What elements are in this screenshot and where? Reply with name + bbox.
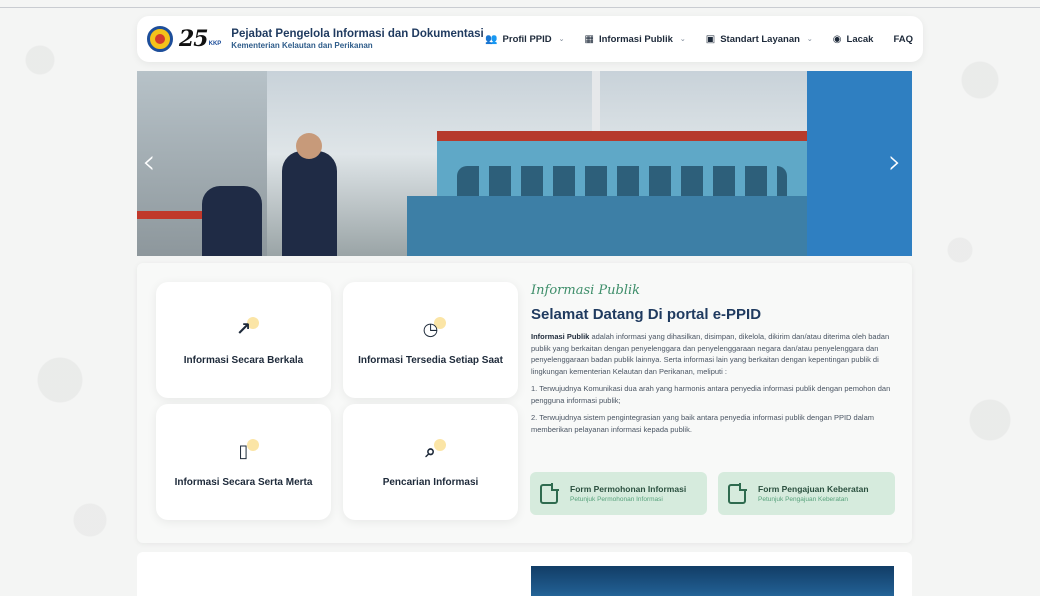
nav-label: Profil PPID: [502, 33, 552, 45]
section-description: Informasi Publik adalah informasi yang d…: [531, 331, 896, 377]
section-kicker: Informasi Publik: [531, 283, 641, 298]
hero-photo-officer: [202, 186, 262, 256]
brand-subtitle: Kementerian Kelautan dan Perikanan: [231, 41, 373, 50]
nav-faq[interactable]: FAQ: [893, 34, 913, 45]
form-guide-link[interactable]: Petunjuk Pengajuan Keberatan: [758, 496, 869, 503]
form-title: Form Permohonan Informasi: [570, 484, 687, 494]
tile-label: Informasi Secara Berkala: [183, 354, 304, 366]
form-title: Form Pengajuan Keberatan: [758, 484, 869, 494]
section-title: Selamat Datang Di portal e-PPID: [531, 306, 762, 323]
book-icon: ▣: [705, 33, 716, 45]
chevron-down-icon: ⌄: [679, 36, 686, 43]
kkp-logo-text: KKP: [208, 41, 222, 47]
list-item: 2. Terwujudnya sistem pengintegrasian ya…: [531, 413, 874, 434]
kkp-emblem-logo[interactable]: [147, 26, 173, 52]
tile-informasi-setiap-saat[interactable]: ◷ Informasi Tersedia Setiap Saat: [343, 282, 518, 398]
hero-carousel: [137, 71, 912, 256]
nav-label: Lacak: [846, 33, 874, 45]
nav-standart-layanan[interactable]: ▣ Standart Layanan ⌄: [706, 34, 813, 45]
description-bold: Informasi Publik: [531, 332, 590, 341]
top-divider: [0, 7, 1040, 8]
section-points: 1. Terwujudnya Komunikasi dua arah yang …: [531, 383, 896, 435]
tile-label: Informasi Tersedia Setiap Saat: [358, 354, 503, 366]
document-icon: [728, 482, 747, 504]
form-guide-link[interactable]: Petunjuk Permohonan Informasi: [570, 496, 686, 503]
anniversary-logo[interactable]: 25: [179, 28, 209, 50]
list-item: 1. Terwujudnya Komunikasi dua arah yang …: [531, 384, 891, 405]
tile-informasi-serta-merta[interactable]: ▯ Informasi Secara Serta Merta: [156, 404, 331, 520]
chevron-down-icon: ⌄: [806, 36, 813, 43]
nav-label: Standart Layanan: [720, 33, 800, 45]
lower-section-image: [531, 566, 894, 596]
carousel-next-button[interactable]: ›: [888, 142, 902, 182]
nav-lacak[interactable]: ◉ Lacak: [833, 34, 874, 45]
nav-label: FAQ: [893, 33, 913, 45]
search-icon: ⌕: [416, 437, 446, 467]
people-icon: 👥: [485, 33, 498, 45]
chevron-down-icon: ⌄: [558, 36, 565, 43]
carousel-prev-button[interactable]: ‹: [142, 142, 156, 182]
clipboard-icon: ▯: [229, 437, 259, 467]
clock-icon: ◷: [416, 315, 446, 345]
form-keberatan-button[interactable]: Form Pengajuan Keberatan Petunjuk Pengaj…: [718, 472, 895, 515]
brand[interactable]: Pejabat Pengelola Informasi dan Dokument…: [231, 28, 483, 50]
main-nav: 👥 Profil PPID ⌄ ▦ Informasi Publik ⌄ ▣ S…: [485, 34, 913, 45]
tile-label: Informasi Secara Serta Merta: [174, 476, 313, 488]
tile-label: Pencarian Informasi: [382, 476, 479, 488]
brand-title: Pejabat Pengelola Informasi dan Dokument…: [231, 28, 484, 40]
nav-informasi-publik[interactable]: ▦ Informasi Publik ⌄: [585, 34, 686, 45]
tile-informasi-berkala[interactable]: ↗ Informasi Secara Berkala: [156, 282, 331, 398]
nav-profil-ppid[interactable]: 👥 Profil PPID ⌄: [485, 34, 564, 45]
hero-photo-officer: [282, 133, 337, 256]
trend-up-icon: ↗: [229, 315, 259, 345]
radar-icon: ◉: [832, 33, 842, 45]
tile-pencarian-informasi[interactable]: ⌕ Pencarian Informasi: [343, 404, 518, 520]
grid-icon: ▦: [584, 33, 594, 45]
info-section: Informasi Publik Selamat Datang Di porta…: [531, 283, 896, 441]
hero-photo-ship-deck: [437, 131, 817, 206]
site-header: 25 KKP Pejabat Pengelola Informasi dan D…: [137, 16, 923, 62]
nav-label: Informasi Publik: [598, 33, 673, 45]
document-icon: [540, 482, 559, 504]
form-permohonan-button[interactable]: Form Permohonan Informasi Petunjuk Permo…: [530, 472, 707, 515]
hero-photo-ship-hull: [407, 196, 847, 256]
